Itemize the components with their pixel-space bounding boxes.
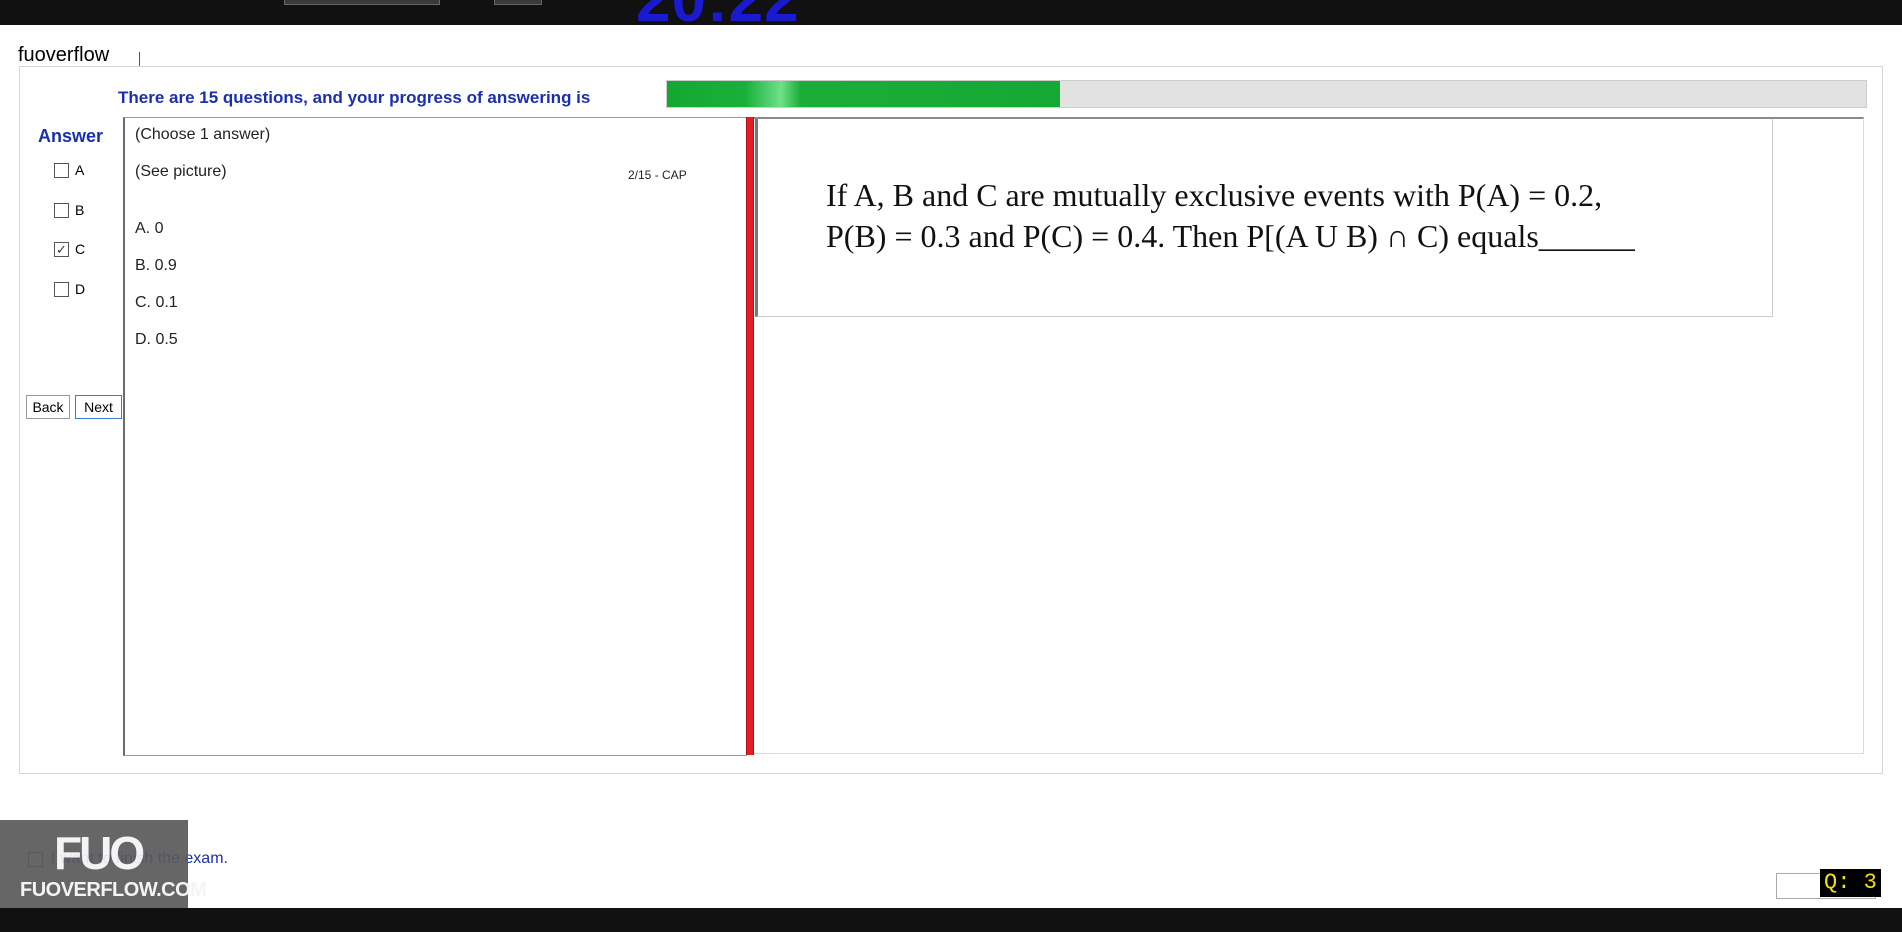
answer-option-label: B — [75, 202, 85, 218]
answer-option-label: D — [75, 281, 86, 297]
logo-text: FUOVERFLOW.COM — [20, 879, 207, 901]
watermark-logo: FUO FUOVERFLOW.COM — [0, 820, 207, 908]
bottom-bar — [0, 908, 1902, 932]
top-field — [284, 0, 440, 5]
answer-title: Answer — [38, 126, 104, 146]
choice-c: C. 0.1 — [135, 294, 178, 311]
answer-option-a[interactable]: A — [54, 162, 84, 178]
question-panel: (Choose 1 answer) (See picture) A. 0 B. … — [123, 117, 747, 756]
answer-option-c[interactable]: ✓ C — [54, 241, 85, 257]
top-bar: 20:22 — [0, 0, 1902, 25]
checkbox-c[interactable]: ✓ — [54, 241, 69, 257]
logo-mark: FUO — [54, 827, 145, 879]
question-instruction: (Choose 1 answer) — [135, 126, 271, 143]
choice-b: B. 0.9 — [135, 257, 177, 274]
question-counter-badge: Q: 3 — [1820, 869, 1881, 897]
answer-option-b[interactable]: B — [54, 202, 84, 218]
back-button[interactable]: Back — [26, 395, 70, 419]
progress-label: There are 15 questions, and your progres… — [118, 88, 591, 107]
checkbox-a[interactable] — [54, 162, 69, 178]
checkbox-d[interactable] — [54, 281, 69, 297]
countdown-timer: 20:22 — [636, 0, 800, 25]
splitter-handle[interactable] — [746, 117, 754, 755]
question-image: If A, B and C are mutually exclusive eve… — [755, 119, 1773, 317]
answer-option-label: A — [75, 162, 85, 178]
progress-bar-fill — [667, 81, 1061, 107]
choice-d: D. 0.5 — [135, 331, 178, 348]
question-code: 2/15 - CAP — [628, 168, 687, 182]
site-title: fuoverflow — [18, 44, 110, 66]
answer-option-label: C — [75, 241, 86, 257]
progress-bar — [666, 80, 1867, 108]
question-image-line-1: If A, B and C are mutually exclusive eve… — [826, 177, 1603, 213]
question-see-picture: (See picture) — [135, 163, 227, 180]
answer-option-d[interactable]: D — [54, 281, 85, 297]
next-button[interactable]: Next — [75, 395, 122, 419]
top-field-small — [494, 0, 542, 5]
choice-a: A. 0 — [135, 220, 164, 237]
checkbox-b[interactable] — [54, 202, 69, 218]
question-image-line-2: P(B) = 0.3 and P(C) = 0.4. Then P[(A U B… — [826, 218, 1635, 254]
